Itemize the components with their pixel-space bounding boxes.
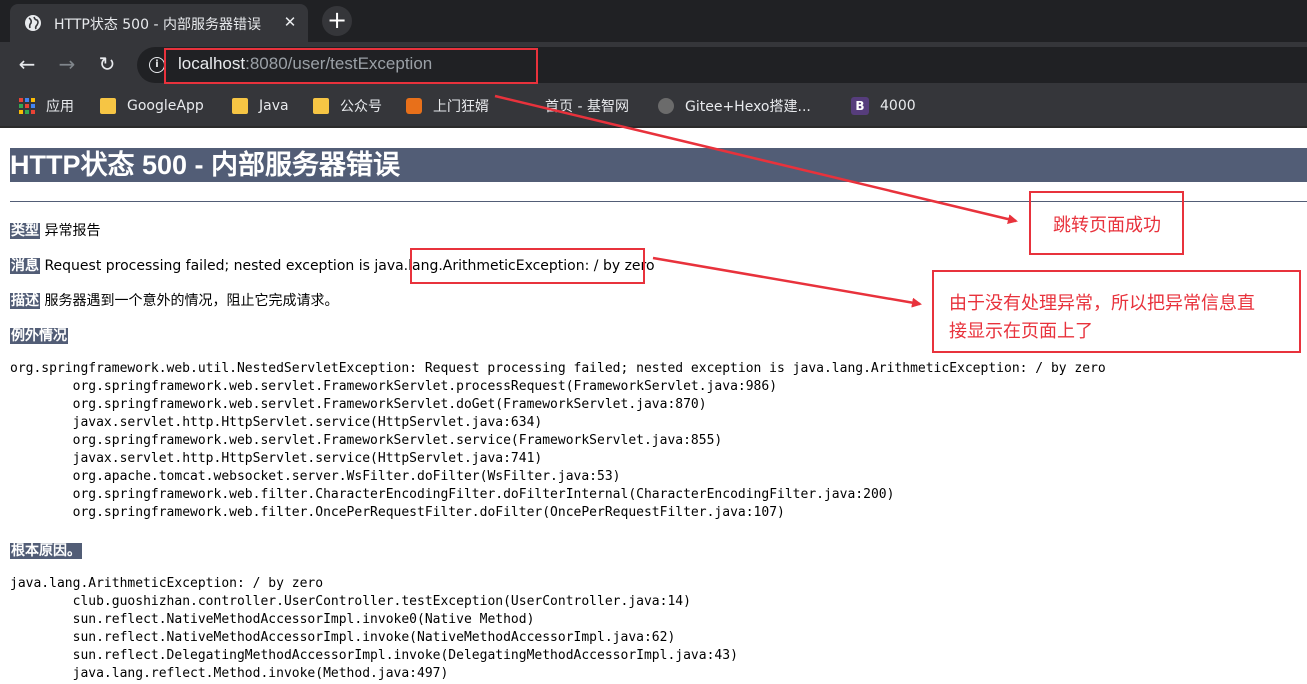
exception-stacktrace: org.springframework.web.util.NestedServl… (10, 361, 1106, 520)
root-cause-label: 根本原因。 (10, 543, 82, 559)
apps-grid-icon (19, 98, 35, 114)
site-favicon-icon (520, 98, 534, 114)
root-cause-heading: 根本原因。 (10, 540, 82, 560)
note-unhandled-line1: 由于没有处理异常，所以把异常信息直 (949, 293, 1255, 314)
bookmark-label: GoogleApp (127, 98, 204, 114)
bookmark-label: Java (259, 98, 289, 114)
bookmark-label: 应用 (46, 99, 74, 115)
folder-icon (313, 98, 329, 114)
forward-arrow-icon: → (58, 52, 76, 76)
exception-heading: 例外情况 (10, 325, 68, 345)
bookmarks-bar: 应用 GoogleApp Java 公众号 上门狂婿 首页 - 基智网 Gite… (0, 88, 1307, 126)
description-label: 描述 (10, 293, 40, 309)
plus-icon: + (326, 6, 348, 34)
site-favicon-icon (658, 98, 674, 114)
note-unhandled-line2: 接显示在页面上了 (949, 321, 1093, 342)
bookmark-label: 上门狂婿 (433, 99, 489, 115)
page-title: HTTP状态 500 - 内部服务器错误 (10, 148, 1307, 182)
tab-strip: HTTP状态 500 - 内部服务器错误 ✕ + (0, 0, 1307, 42)
type-row: 类型 异常报告 (10, 220, 100, 240)
back-button[interactable]: ← (15, 52, 39, 76)
reload-button[interactable]: ↻ (95, 52, 119, 76)
note-redirect-success: 跳转页面成功 (1053, 215, 1161, 236)
description-row: 描述 服务器遇到一个意外的情况，阻止它完成请求。 (10, 290, 338, 310)
message-highlight-box (410, 248, 645, 284)
bookmark-label: 公众号 (340, 99, 382, 115)
site-favicon-icon (406, 98, 422, 114)
folder-icon (232, 98, 248, 114)
type-label: 类型 (10, 223, 40, 239)
bookmark-label: 4000 (880, 98, 916, 114)
reload-icon: ↻ (98, 52, 116, 76)
bookmark-gitee-hexo[interactable]: Gitee+Hexo搭建... (658, 94, 811, 118)
bookmark-jizhiwang[interactable]: 首页 - 基智网 (520, 94, 629, 118)
note-box-redirect: 跳转页面成功 (1029, 191, 1184, 255)
forward-button[interactable]: → (55, 52, 79, 76)
bookmark-googleapp[interactable]: GoogleApp (100, 94, 204, 118)
note-box-unhandled: 由于没有处理异常，所以把异常信息直 接显示在页面上了 (932, 270, 1301, 353)
globe-icon (25, 15, 41, 31)
new-tab-button[interactable]: + (322, 6, 352, 36)
bookmark-apps[interactable]: 应用 (19, 94, 74, 118)
bookmark-label: Gitee+Hexo搭建... (685, 99, 811, 115)
bookmark-gongzhonghao[interactable]: 公众号 (313, 94, 382, 118)
back-arrow-icon: ← (18, 52, 36, 76)
bookmark-4000[interactable]: B 4000 (851, 94, 916, 118)
bookmark-java[interactable]: Java (232, 94, 289, 118)
folder-icon (100, 98, 116, 114)
type-value: 异常报告 (44, 223, 101, 239)
description-value: 服务器遇到一个意外的情况，阻止它完成请求。 (44, 293, 339, 309)
site-info-icon[interactable]: i (149, 57, 165, 73)
bookmark-shangmen[interactable]: 上门狂婿 (406, 94, 489, 118)
root-cause-stacktrace: java.lang.ArithmeticException: / by zero… (10, 576, 738, 681)
browser-tab[interactable]: HTTP状态 500 - 内部服务器错误 ✕ (10, 4, 308, 42)
message-label: 消息 (10, 258, 40, 274)
tab-close-icon[interactable]: ✕ (282, 14, 298, 30)
url-highlight-box (164, 48, 538, 84)
bookmark-label: 首页 - 基智网 (545, 99, 629, 115)
tab-title: HTTP状态 500 - 内部服务器错误 (54, 17, 261, 33)
bootstrap-icon: B (851, 97, 869, 115)
exception-label: 例外情况 (10, 328, 68, 344)
